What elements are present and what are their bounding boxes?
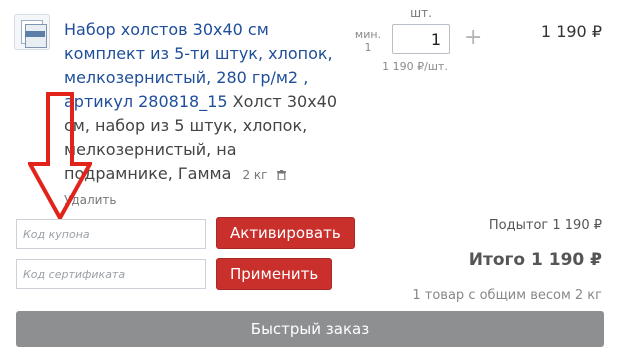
subtotal: Подытог 1 190 ₽ xyxy=(488,218,602,233)
certificate-input[interactable] xyxy=(16,259,206,289)
apply-certificate-button[interactable]: Применить xyxy=(216,258,333,290)
activate-coupon-button[interactable]: Активировать xyxy=(216,217,355,249)
product-thumbnail[interactable] xyxy=(14,14,50,50)
min-quantity: мин. 1 xyxy=(350,28,386,54)
min-quantity-label: мин. xyxy=(354,28,382,41)
unit-label: шт. xyxy=(410,6,432,20)
trash-icon xyxy=(276,170,286,181)
order-total: Итого 1 190 ₽ xyxy=(468,250,602,270)
product-weight: 2 кг xyxy=(242,168,268,182)
min-quantity-value: 1 xyxy=(364,41,372,54)
annotation-down-arrow-icon xyxy=(28,92,92,222)
line-total: 1 190 ₽ xyxy=(540,22,602,41)
coupon-input[interactable] xyxy=(16,219,206,249)
product-info: Набор холстов 30х40 см комплект из 5-ти … xyxy=(64,18,340,212)
package-band xyxy=(25,31,45,37)
unit-price: 1 190 ₽/шт. xyxy=(382,60,448,73)
quick-order-button[interactable]: Быстрый заказ xyxy=(16,311,604,347)
quantity-input[interactable] xyxy=(392,24,450,54)
increase-quantity-button[interactable]: + xyxy=(464,26,482,50)
weight-summary: 1 товар с общим весом 2 кг xyxy=(412,288,602,303)
